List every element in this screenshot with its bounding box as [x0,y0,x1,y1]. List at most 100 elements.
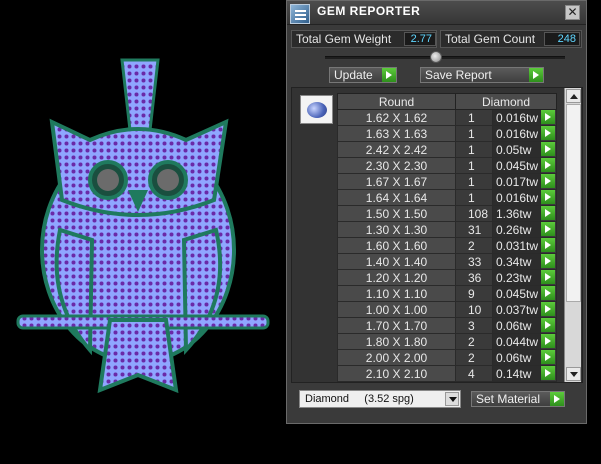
go-arrow-icon [541,366,556,380]
go-arrow-icon [541,270,556,284]
gem-count-cell: 1 [455,157,493,174]
panel-title: GEM REPORTER [317,4,421,18]
select-row-button[interactable] [540,189,558,206]
select-row-button[interactable] [540,205,558,222]
close-icon: ✕ [567,5,578,19]
table-row[interactable]: 1.63 X 1.63 1 0.016tw [337,125,558,142]
select-row-button[interactable] [540,237,558,254]
gem-weight-cell: 0.031tw [491,237,542,254]
gem-weight-cell: 0.06tw [491,349,542,366]
go-arrow-icon [541,286,556,300]
table-row[interactable]: 1.64 X 1.64 1 0.016tw [337,189,558,206]
go-arrow-icon [541,318,556,332]
gem-size-cell: 1.40 X 1.40 [337,253,456,270]
gem-size-cell: 1.62 X 1.62 [337,109,456,126]
table-row[interactable]: 2.00 X 2.00 2 0.06tw [337,349,558,366]
table-header-row: Round Diamond [337,93,558,110]
total-gem-weight-value: 2.77 [404,32,436,46]
select-row-button[interactable] [540,253,558,270]
material-dropdown[interactable]: Diamond (3.52 spg) [299,390,461,408]
table-row[interactable]: 1.70 X 1.70 3 0.06tw [337,317,558,334]
slider-track[interactable] [325,56,565,59]
gem-count-cell: 31 [455,221,493,238]
table-row[interactable]: 1.67 X 1.67 1 0.017tw [337,173,558,190]
gem-size-cell: 1.63 X 1.63 [337,125,456,142]
gem-count-cell: 2 [455,237,493,254]
table-row[interactable]: 1.80 X 1.80 2 0.044tw [337,333,558,350]
select-row-button[interactable] [540,333,558,350]
select-row-button[interactable] [540,285,558,302]
gem-weight-cell: 0.045tw [491,285,542,302]
select-row-button[interactable] [540,365,558,382]
table-row[interactable]: 1.30 X 1.30 31 0.26tw [337,221,558,238]
gem-weight-cell: 0.23tw [491,269,542,286]
table-row[interactable]: 1.00 X 1.00 10 0.037tw [337,301,558,318]
slider-thumb[interactable] [430,51,442,63]
table-row[interactable]: 1.20 X 1.20 36 0.23tw [337,269,558,286]
select-row-button[interactable] [540,317,558,334]
report-list-icon [290,4,310,24]
table-row[interactable]: 1.50 X 1.50 108 1.36tw [337,205,558,222]
gem-count-cell: 2 [455,349,493,366]
go-arrow-icon [541,238,556,252]
gem-reporter-panel: GEM REPORTER ✕ Total Gem Weight 2.77 Tot… [286,0,587,424]
table-scrollbar[interactable] [564,88,581,382]
round-gem-icon[interactable] [300,95,333,124]
save-report-button-label: Save Report [425,68,492,82]
table-row[interactable]: 2.30 X 2.30 1 0.045tw [337,157,558,174]
go-arrow-icon [541,254,556,268]
gem-count-cell: 3 [455,317,493,334]
go-arrow-icon [541,302,556,316]
close-button[interactable]: ✕ [565,5,580,20]
go-arrow-icon [541,334,556,348]
select-row-button[interactable] [540,301,558,318]
gem-size-cell: 2.00 X 2.00 [337,349,456,366]
gem-count-cell: 1 [455,189,493,206]
select-row-button[interactable] [540,173,558,190]
chevron-down-icon [445,392,459,406]
gem-size-cell: 1.00 X 1.00 [337,301,456,318]
select-row-button[interactable] [540,141,558,158]
scroll-down-icon[interactable] [566,367,581,381]
total-gem-weight: Total Gem Weight 2.77 [291,30,437,48]
gem-count-cell: 1 [455,173,493,190]
shape-column-header: Round [337,93,456,110]
gem-weight-cell: 0.14tw [491,365,542,382]
panel-titlebar[interactable]: GEM REPORTER ✕ [287,1,586,25]
gem-count-cell: 4 [455,365,493,382]
3d-viewport[interactable] [0,0,288,464]
gem-weight-cell: 0.016tw [491,109,542,126]
select-row-button[interactable] [540,157,558,174]
table-row[interactable]: 2.10 X 2.10 4 0.14tw [337,365,558,382]
gem-weight-cell: 0.26tw [491,221,542,238]
scroll-thumb[interactable] [566,104,581,302]
select-row-button[interactable] [540,221,558,238]
update-button[interactable]: Update [329,67,397,83]
select-row-button[interactable] [540,349,558,366]
table-row[interactable]: 1.60 X 1.60 2 0.031tw [337,237,558,254]
gem-weight-cell: 0.06tw [491,317,542,334]
gem-size-cell: 1.64 X 1.64 [337,189,456,206]
gem-size-cell: 1.30 X 1.30 [337,221,456,238]
table-row[interactable]: 2.42 X 2.42 1 0.05tw [337,141,558,158]
update-button-label: Update [334,68,373,82]
go-arrow-icon [541,158,556,172]
table-row[interactable]: 1.40 X 1.40 33 0.34tw [337,253,558,270]
gem-size-cell: 2.42 X 2.42 [337,141,456,158]
gem-size-cell: 1.80 X 1.80 [337,333,456,350]
select-row-button[interactable] [540,109,558,126]
gem-weight-cell: 1.36tw [491,205,542,222]
gem-count-cell: 9 [455,285,493,302]
save-report-button[interactable]: Save Report [420,67,544,83]
scroll-up-icon[interactable] [566,89,581,103]
select-row-button[interactable] [540,125,558,142]
gem-count-cell: 1 [455,141,493,158]
set-material-button[interactable]: Set Material [471,391,565,407]
go-arrow-icon [541,222,556,236]
gem-weight-cell: 0.016tw [491,189,542,206]
gem-count-cell: 1 [455,109,493,126]
table-row[interactable]: 1.10 X 1.10 9 0.045tw [337,285,558,302]
gem-size-cell: 1.67 X 1.67 [337,173,456,190]
table-row[interactable]: 1.62 X 1.62 1 0.016tw [337,109,558,126]
select-row-button[interactable] [540,269,558,286]
